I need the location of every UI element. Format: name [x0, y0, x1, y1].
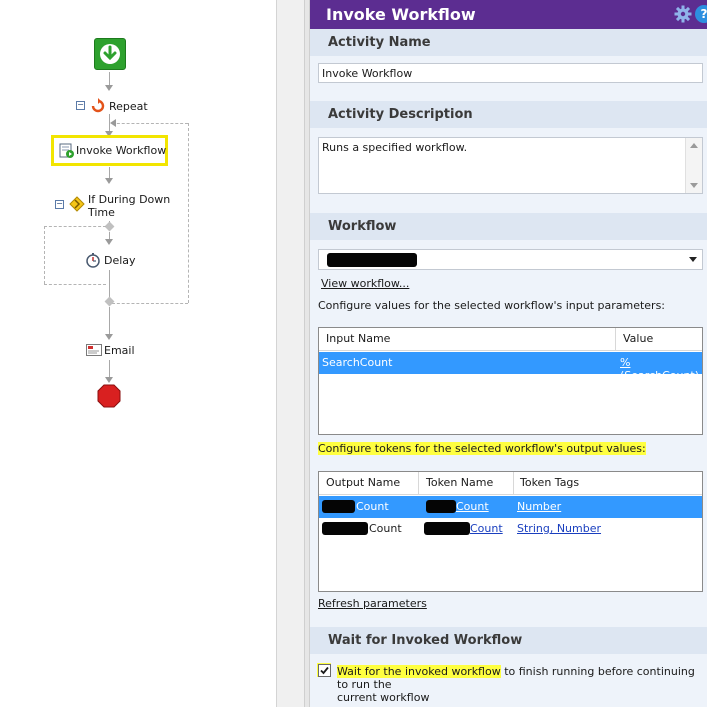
output-tokens-caption: Configure tokens for the selected workfl… — [318, 442, 646, 455]
input-parameters-caption: Configure values for the selected workfl… — [318, 299, 666, 312]
redacted-token-name — [426, 500, 456, 513]
table-row[interactable]: SearchCount %(SearchCount) — [319, 352, 702, 382]
branch-diamond-bottom — [104, 296, 115, 307]
invoke-workflow-node[interactable]: Invoke Workflow — [51, 135, 168, 166]
workflow-designer-canvas[interactable]: − Repeat Invoke Workflow − If During Dow… — [0, 0, 304, 707]
scroll-down-arrow-icon[interactable] — [690, 183, 698, 188]
branch-diamond-top — [104, 221, 115, 232]
token-tags-column-header[interactable]: Token Tags — [520, 476, 579, 489]
token-name-column-header[interactable]: Token Name — [426, 476, 493, 489]
properties-panel: Invoke Workflow ? Activity Name Invoke W… — [310, 0, 707, 707]
output-name-cell: Count — [356, 500, 389, 513]
invoke-workflow-label: Invoke Workflow — [76, 144, 167, 157]
chevron-down-icon[interactable] — [689, 257, 697, 262]
wait-section-header: Wait for Invoked Workflow — [310, 627, 707, 654]
workflow-heading: Workflow — [328, 219, 397, 234]
wait-checkbox[interactable] — [317, 663, 331, 677]
panel-title: Invoke Workflow — [326, 5, 476, 24]
stop-icon[interactable] — [97, 384, 121, 408]
if-during-down-time-label[interactable]: If During Down Time — [88, 193, 170, 219]
start-node[interactable] — [94, 38, 126, 70]
redacted-token-name — [424, 522, 470, 535]
scroll-up-arrow-icon[interactable] — [690, 143, 698, 148]
input-value-cell[interactable]: %(SearchCount) — [620, 356, 702, 382]
token-name-cell[interactable]: Count — [456, 500, 489, 513]
input-grid-header: Input Name Value — [319, 328, 702, 351]
output-tokens-grid[interactable]: Output Name Token Name Token Tags Count … — [318, 471, 703, 592]
condition-diamond-icon — [69, 196, 85, 212]
workflow-select[interactable] — [318, 249, 703, 270]
checkmark-icon — [320, 666, 329, 675]
input-name-column-header[interactable]: Input Name — [326, 332, 390, 345]
canvas-gutter — [277, 0, 304, 707]
wait-checkbox-label[interactable]: Wait for the invoked workflow to finish … — [337, 665, 702, 704]
help-icon[interactable]: ? — [695, 5, 707, 23]
canvas-surface[interactable]: − Repeat Invoke Workflow − If During Dow… — [0, 0, 277, 707]
input-parameters-grid[interactable]: Input Name Value SearchCount %(SearchCou… — [318, 327, 703, 435]
stopwatch-icon — [86, 253, 100, 268]
table-row[interactable]: Count Count Number — [319, 496, 702, 518]
delay-label[interactable]: Delay — [104, 254, 136, 267]
refresh-parameters-link[interactable]: Refresh parameters — [318, 597, 427, 610]
repeat-label[interactable]: Repeat — [109, 100, 148, 113]
value-column-header[interactable]: Value — [623, 332, 653, 345]
gear-icon[interactable] — [674, 5, 692, 23]
token-name-cell[interactable]: Count — [470, 522, 503, 535]
redacted-output-name — [322, 522, 368, 535]
activity-name-heading: Activity Name — [328, 35, 431, 50]
email-label[interactable]: Email — [104, 344, 135, 357]
output-name-cell: Count — [369, 522, 402, 535]
activity-name-section-header: Activity Name — [310, 29, 707, 56]
repeat-collapse-toggle[interactable]: − — [76, 101, 85, 110]
repeat-icon — [91, 98, 105, 113]
email-icon — [86, 344, 102, 356]
activity-description-heading: Activity Description — [328, 107, 473, 122]
output-name-column-header[interactable]: Output Name — [326, 476, 400, 489]
input-name-cell: SearchCount — [322, 356, 393, 369]
download-arrow-icon — [100, 44, 120, 64]
if-collapse-toggle[interactable]: − — [55, 200, 64, 209]
view-workflow-link[interactable]: View workflow... — [321, 277, 409, 290]
output-grid-header: Output Name Token Name Token Tags — [319, 472, 702, 495]
table-row[interactable]: Count Count String, Number — [319, 518, 702, 540]
activity-description-text: Runs a specified workflow. — [322, 141, 468, 154]
redacted-output-name — [322, 500, 355, 513]
panel-header: Invoke Workflow ? — [310, 0, 707, 31]
activity-description-textarea[interactable]: Runs a specified workflow. — [318, 137, 703, 194]
activity-description-section-header: Activity Description — [310, 101, 707, 128]
wait-heading: Wait for Invoked Workflow — [328, 633, 523, 648]
invoke-workflow-icon — [59, 143, 74, 158]
redacted-workflow-name — [327, 253, 417, 267]
token-tags-cell[interactable]: Number — [517, 500, 561, 513]
activity-name-input[interactable]: Invoke Workflow — [318, 63, 703, 83]
workflow-section-header: Workflow — [310, 213, 707, 240]
description-scrollbar[interactable] — [685, 138, 702, 193]
token-tags-cell[interactable]: String, Number — [517, 522, 601, 535]
